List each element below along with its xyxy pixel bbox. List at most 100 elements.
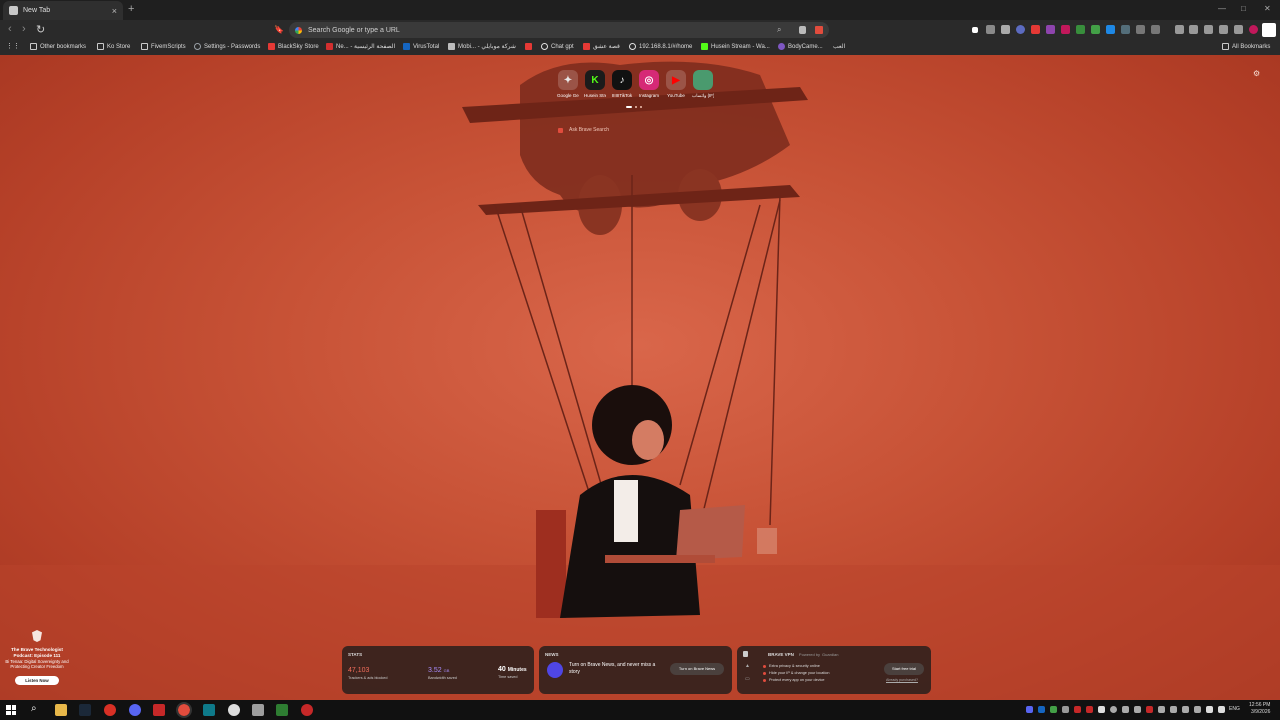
app-icon[interactable] [276, 704, 288, 716]
tray-icon[interactable] [1026, 706, 1033, 713]
taskbar-clock[interactable]: 12:56 PM 3/9/2026 [1249, 702, 1270, 716]
bookmark-page-icon[interactable]: 🔖 [274, 25, 284, 34]
app-icon[interactable] [301, 704, 313, 716]
top-site-tile[interactable]: ✦ Google Ge... [557, 70, 579, 98]
bookmark-item[interactable]: قصة عشق [583, 43, 620, 50]
new-tab-button[interactable]: + [128, 3, 134, 15]
language-indicator[interactable]: ENG [1229, 706, 1240, 712]
bookmark-item[interactable]: العب [833, 43, 845, 50]
tray-icon[interactable] [1146, 706, 1153, 713]
tray-icon[interactable] [1170, 706, 1177, 713]
bookmark-item[interactable]: VirusTotal [403, 43, 439, 50]
tray-icon[interactable] [1110, 706, 1117, 713]
tab-new-tab[interactable]: New Tab × [3, 1, 123, 20]
profile-avatar[interactable] [1249, 25, 1258, 34]
menu-button[interactable] [1262, 23, 1276, 37]
start-free-trial-button[interactable]: Start free trial [884, 663, 924, 675]
turn-on-news-button[interactable]: Turn on Brave News [670, 663, 724, 675]
already-purchased-link[interactable]: Already purchased? [886, 678, 918, 682]
search-icon[interactable]: ⌕ [31, 703, 43, 715]
edge-icon[interactable] [203, 704, 215, 716]
tray-icon[interactable] [1194, 706, 1201, 713]
reload-button[interactable]: ↻ [36, 23, 45, 36]
tray-icon[interactable] [1122, 706, 1129, 713]
bookmark-item[interactable]: FivemScripts [141, 43, 186, 50]
maximize-button[interactable]: □ [1241, 4, 1246, 13]
settings-gear-icon[interactable] [228, 704, 240, 716]
wallet-icon[interactable] [1204, 25, 1213, 34]
brave-browser-icon[interactable] [176, 702, 192, 718]
bookmark-item[interactable]: Other bookmarks [30, 43, 86, 50]
bookmark-item[interactable]: BodyCame... [778, 43, 823, 50]
tab-close-icon[interactable]: × [112, 6, 117, 16]
start-windows-icon[interactable] [6, 705, 16, 715]
extension-icon[interactable] [1016, 25, 1025, 34]
all-bookmarks-button[interactable]: All Bookmarks [1222, 43, 1270, 50]
bookmark-item[interactable]: Husein Stream - Wa... [701, 43, 770, 50]
tray-icon[interactable] [1062, 706, 1069, 713]
minimize-button[interactable]: — [1218, 4, 1226, 13]
wifi-icon[interactable] [1206, 706, 1213, 713]
app-icon[interactable] [153, 704, 165, 716]
bookmark-item[interactable]: Mobi... - شركة موبايلي [448, 43, 516, 50]
clock-date: 3/9/2026 [1250, 709, 1271, 715]
brave-search-box[interactable]: Ask Brave Search [558, 124, 718, 136]
extension-icon[interactable] [1121, 25, 1130, 34]
address-bar[interactable]: Search Google or type a URL [289, 22, 829, 38]
listen-now-button[interactable]: Listen Now [15, 676, 59, 686]
tray-icon[interactable] [1158, 706, 1165, 713]
tray-icon[interactable] [1038, 706, 1045, 713]
top-site-tile[interactable]: ▶ YouTube [665, 70, 687, 98]
tray-icon[interactable] [1098, 706, 1105, 713]
forward-button[interactable]: › [22, 23, 26, 35]
extension-icon[interactable] [1106, 25, 1115, 34]
bookmark-item[interactable]: Settings - Passwords [194, 43, 260, 50]
brave-rewards-icon[interactable] [815, 26, 823, 34]
pager-dot[interactable] [640, 106, 642, 108]
media-control-icon[interactable] [1175, 25, 1184, 34]
app-icon[interactable] [252, 704, 264, 716]
search-lens-icon[interactable]: ⌕ [777, 25, 781, 35]
bookmark-item[interactable]: Ne... - الصفحة الرئيسية [326, 43, 395, 50]
back-button[interactable]: ‹ [8, 23, 12, 35]
extension-icon[interactable] [1151, 25, 1160, 34]
discord-icon[interactable] [129, 704, 141, 716]
extension-icon[interactable] [1031, 25, 1040, 34]
sidebar-toggle-icon[interactable] [1189, 25, 1198, 34]
customize-gear-icon[interactable]: ⚙ [1253, 69, 1260, 78]
volume-icon[interactable] [1218, 706, 1225, 713]
app-icon[interactable] [104, 704, 116, 716]
top-site-tile[interactable]: واتساب (IF) [692, 70, 714, 99]
extension-icon[interactable] [1091, 25, 1100, 34]
extension-icon[interactable] [1076, 25, 1085, 34]
top-site-tile[interactable]: ◎ Instagram [638, 70, 660, 98]
extension-icon[interactable] [1046, 25, 1055, 34]
extensions-puzzle-icon[interactable] [1136, 25, 1145, 34]
bookmark-item[interactable]: Chat gpt [541, 43, 574, 50]
bookmark-item[interactable]: Ko Store [97, 43, 130, 50]
brave-shields-icon[interactable] [799, 26, 806, 34]
extension-icon[interactable] [986, 25, 995, 34]
bookmark-item[interactable] [525, 43, 535, 50]
extension-icon[interactable] [972, 27, 978, 33]
tray-icon[interactable] [1182, 706, 1189, 713]
top-sites-pager[interactable] [626, 106, 642, 108]
tray-icon[interactable] [1074, 706, 1081, 713]
vpn-icon[interactable] [1234, 25, 1243, 34]
bookmark-item[interactable]: 192.168.8.1/#/home [629, 43, 692, 50]
file-explorer-icon[interactable] [55, 704, 67, 716]
extension-icon[interactable] [1001, 25, 1010, 34]
leo-ai-icon[interactable] [1219, 25, 1228, 34]
tray-icon[interactable] [1134, 706, 1141, 713]
pager-dot[interactable] [626, 106, 632, 108]
top-site-tile[interactable]: ♪ IIIIIITikTok [611, 70, 633, 98]
apps-grid-icon[interactable]: ⋮⋮ [6, 42, 20, 50]
window-close-button[interactable]: ✕ [1264, 4, 1271, 13]
pager-dot[interactable] [635, 106, 637, 108]
bookmark-item[interactable]: BlackSky Store [268, 43, 319, 50]
extension-icon[interactable] [1061, 25, 1070, 34]
top-site-tile[interactable]: K Husein Stre... [584, 70, 606, 98]
tray-icon[interactable] [1086, 706, 1093, 713]
steam-icon[interactable] [79, 704, 91, 716]
tray-icon[interactable] [1050, 706, 1057, 713]
